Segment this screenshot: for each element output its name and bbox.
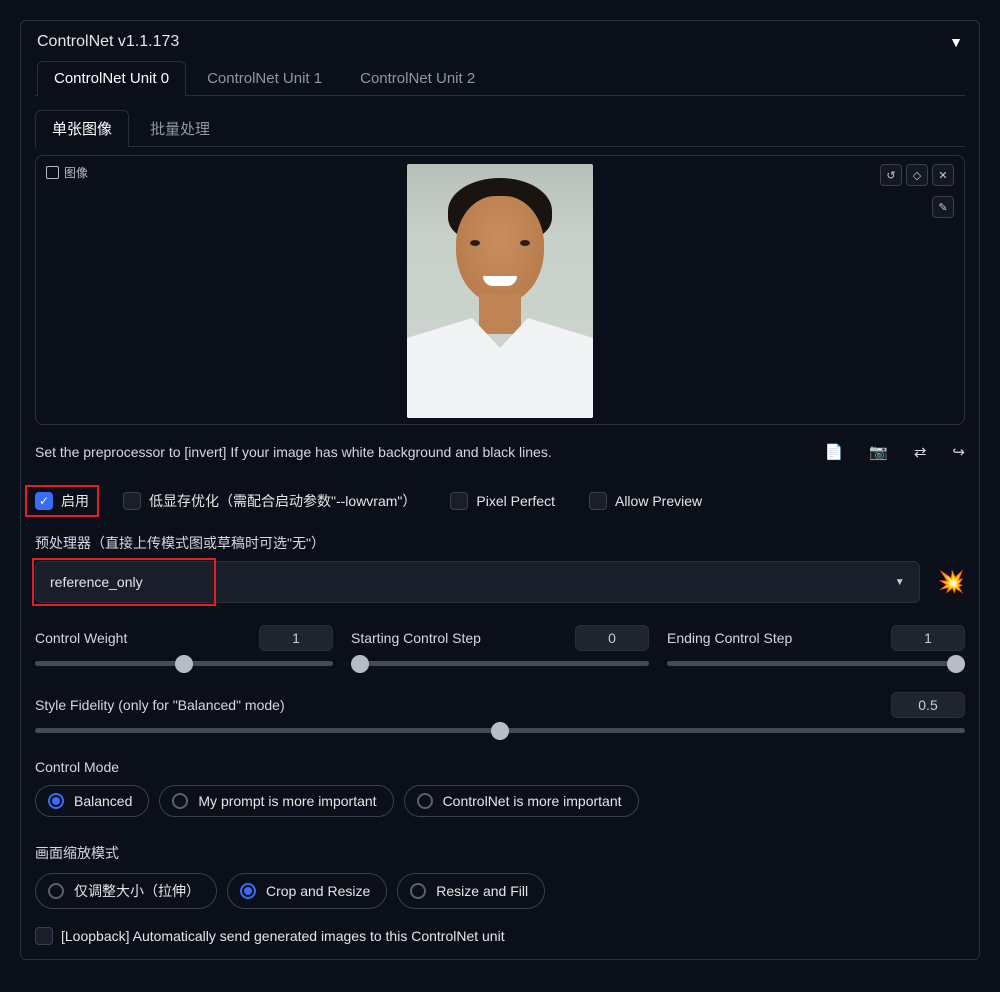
lowvram-checkbox[interactable]: 低显存优化（需配合启动参数"--lowvram"） bbox=[123, 491, 416, 511]
style-fidelity-value[interactable]: 0.5 bbox=[891, 692, 965, 718]
start-step-label: Starting Control Step bbox=[351, 630, 481, 646]
resize-mode-title: 画面缩放模式 bbox=[35, 843, 965, 863]
style-fidelity-block: Style Fidelity (only for "Balanced" mode… bbox=[35, 692, 965, 733]
radio-icon bbox=[172, 793, 188, 809]
preprocessor-dropdown[interactable]: reference_only ▼ bbox=[35, 561, 920, 603]
uploaded-image bbox=[407, 164, 593, 418]
slider-thumb[interactable] bbox=[491, 722, 509, 740]
swap-icon[interactable]: ⇄ bbox=[914, 443, 927, 461]
slider-thumb[interactable] bbox=[351, 655, 369, 673]
radio-icon bbox=[417, 793, 433, 809]
image-label: 图像 bbox=[46, 164, 88, 181]
radio-icon bbox=[240, 883, 256, 899]
loopback-checkbox[interactable]: [Loopback] Automatically send generated … bbox=[35, 927, 965, 945]
slider-row-3: Control Weight 1 Starting Control Step 0… bbox=[35, 625, 965, 666]
slider-thumb[interactable] bbox=[947, 655, 965, 673]
tab-single-image[interactable]: 单张图像 bbox=[35, 110, 129, 146]
allow-preview-checkbox[interactable]: Allow Preview bbox=[589, 492, 702, 510]
panel-title: ControlNet v1.1.173 bbox=[37, 33, 179, 51]
image-icon bbox=[46, 166, 59, 179]
pixel-perfect-checkbox[interactable]: Pixel Perfect bbox=[450, 492, 555, 510]
erase-icon[interactable]: ◇ bbox=[906, 164, 928, 186]
start-step-slider[interactable] bbox=[351, 661, 649, 666]
control-weight-block: Control Weight 1 bbox=[35, 625, 333, 666]
style-fidelity-label: Style Fidelity (only for "Balanced" mode… bbox=[35, 697, 285, 713]
hint-text: Set the preprocessor to [invert] If your… bbox=[35, 444, 552, 460]
edit-icon[interactable]: ✎ bbox=[932, 196, 954, 218]
unit-tabs: ControlNet Unit 0 ControlNet Unit 1 Cont… bbox=[35, 61, 965, 96]
close-icon[interactable]: ✕ bbox=[932, 164, 954, 186]
tab-unit-2[interactable]: ControlNet Unit 2 bbox=[343, 61, 492, 95]
undo-icon[interactable]: ↺ bbox=[880, 164, 902, 186]
control-mode-prompt[interactable]: My prompt is more important bbox=[159, 785, 393, 817]
chevron-down-icon: ▼ bbox=[895, 577, 905, 588]
start-step-block: Starting Control Step 0 bbox=[351, 625, 649, 666]
end-step-value[interactable]: 1 bbox=[891, 625, 965, 651]
hint-row: Set the preprocessor to [invert] If your… bbox=[35, 443, 965, 461]
control-mode-controlnet[interactable]: ControlNet is more important bbox=[404, 785, 639, 817]
panel-header[interactable]: ControlNet v1.1.173 ▼ bbox=[35, 27, 965, 61]
resize-fill[interactable]: Resize and Fill bbox=[397, 873, 545, 909]
checkbox-icon bbox=[35, 927, 53, 945]
preprocessor-value: reference_only bbox=[50, 574, 143, 590]
preprocessor-label: 预处理器（直接上传模式图或草稿时可选"无"） bbox=[35, 533, 965, 553]
control-weight-value[interactable]: 1 bbox=[259, 625, 333, 651]
end-step-block: Ending Control Step 1 bbox=[667, 625, 965, 666]
resize-mode-options: 仅调整大小（拉伸） Crop and Resize Resize and Fil… bbox=[35, 873, 965, 909]
image-drop-area[interactable]: 图像 ↺ ◇ ✕ ✎ bbox=[35, 155, 965, 425]
control-weight-label: Control Weight bbox=[35, 630, 127, 646]
image-actions: ↺ ◇ ✕ bbox=[880, 164, 954, 186]
control-mode-balanced[interactable]: Balanced bbox=[35, 785, 149, 817]
enable-checkbox[interactable]: ✓ 启用 bbox=[35, 491, 89, 511]
style-fidelity-slider[interactable] bbox=[35, 728, 965, 733]
send-icon[interactable]: ↪ bbox=[952, 443, 965, 461]
collapse-caret-icon[interactable]: ▼ bbox=[949, 34, 963, 50]
tab-unit-1[interactable]: ControlNet Unit 1 bbox=[190, 61, 339, 95]
slider-thumb[interactable] bbox=[175, 655, 193, 673]
controlnet-panel: ControlNet v1.1.173 ▼ ControlNet Unit 0 … bbox=[20, 20, 980, 960]
tab-batch[interactable]: 批量处理 bbox=[133, 110, 227, 146]
toggle-row: ✓ 启用 低显存优化（需配合启动参数"--lowvram"） Pixel Per… bbox=[35, 491, 965, 511]
control-mode-options: Balanced My prompt is more important Con… bbox=[35, 785, 965, 817]
end-step-label: Ending Control Step bbox=[667, 630, 792, 646]
mode-tabs: 单张图像 批量处理 bbox=[35, 110, 965, 147]
checkbox-icon bbox=[450, 492, 468, 510]
camera-icon[interactable]: 📷 bbox=[869, 443, 888, 461]
radio-icon bbox=[48, 793, 64, 809]
control-weight-slider[interactable] bbox=[35, 661, 333, 666]
radio-icon bbox=[410, 883, 426, 899]
resize-stretch[interactable]: 仅调整大小（拉伸） bbox=[35, 873, 217, 909]
checkbox-icon bbox=[123, 492, 141, 510]
end-step-slider[interactable] bbox=[667, 661, 965, 666]
checkbox-icon: ✓ bbox=[35, 492, 53, 510]
tab-unit-0[interactable]: ControlNet Unit 0 bbox=[37, 61, 186, 95]
tool-icons: 📄 📷 ⇄ ↪ bbox=[824, 443, 965, 461]
control-mode-title: Control Mode bbox=[35, 759, 965, 775]
preview-blast-icon[interactable]: 💥 bbox=[938, 569, 965, 595]
doc-icon[interactable]: 📄 bbox=[824, 443, 843, 461]
resize-crop[interactable]: Crop and Resize bbox=[227, 873, 387, 909]
checkbox-icon bbox=[589, 492, 607, 510]
radio-icon bbox=[48, 883, 64, 899]
enable-highlight: ✓ 启用 bbox=[25, 485, 99, 517]
preprocessor-row: reference_only ▼ 💥 bbox=[35, 561, 965, 603]
start-step-value[interactable]: 0 bbox=[575, 625, 649, 651]
